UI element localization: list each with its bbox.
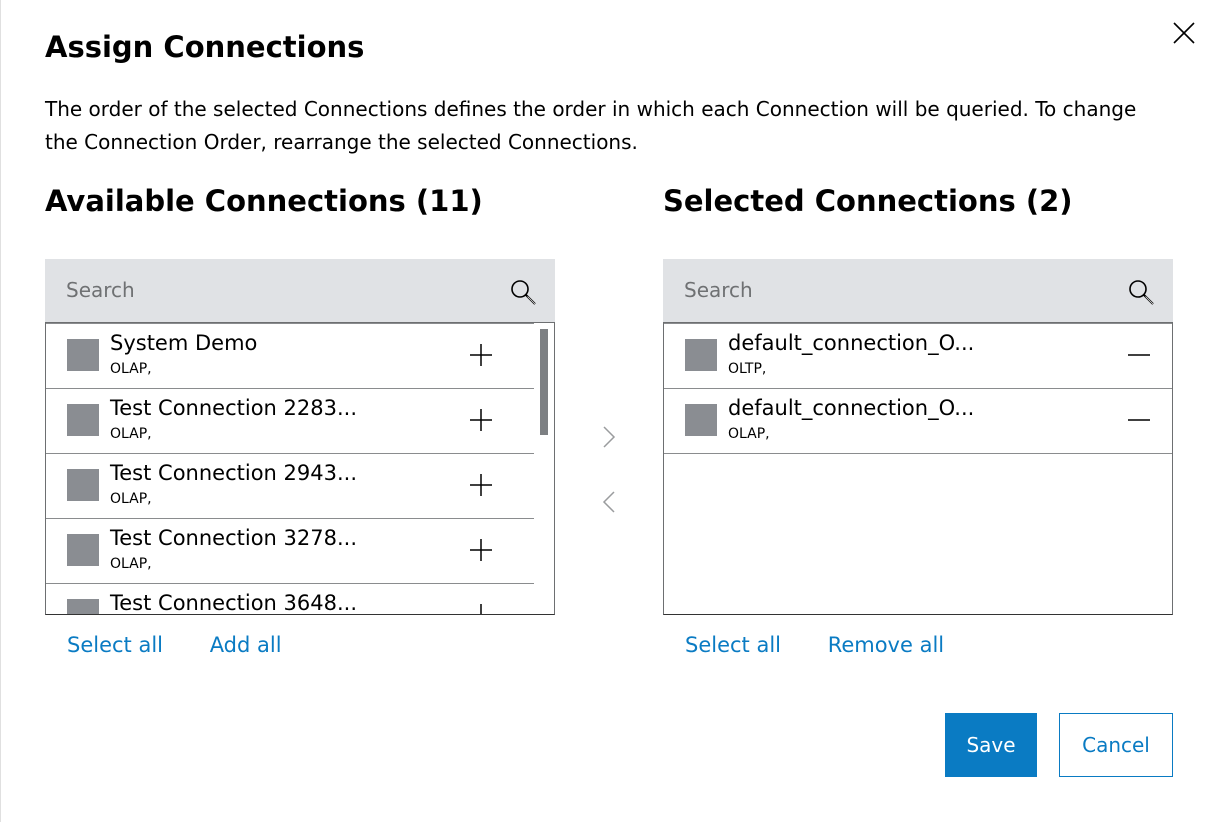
list-divider bbox=[664, 453, 1172, 454]
connection-type: OLAP, bbox=[110, 491, 152, 507]
plus-icon[interactable] bbox=[468, 602, 494, 615]
connection-name: Test Connection 3278... bbox=[110, 526, 357, 550]
connection-icon bbox=[67, 469, 99, 501]
connection-name: default_connection_O... bbox=[728, 396, 975, 420]
connection-icon bbox=[67, 534, 99, 566]
plus-icon[interactable] bbox=[468, 472, 494, 498]
plus-icon[interactable] bbox=[468, 342, 494, 368]
chevron-right-icon[interactable] bbox=[599, 422, 619, 452]
connection-type: OLAP, bbox=[110, 426, 152, 442]
selected-search-bar bbox=[663, 259, 1173, 323]
list-item[interactable]: Test Connection 3648... OLAP, bbox=[46, 583, 534, 615]
remove-all-link[interactable]: Remove all bbox=[828, 633, 944, 657]
list-item[interactable]: Test Connection 3278... OLAP, bbox=[46, 518, 534, 583]
selected-connections-title: Selected Connections (2) bbox=[663, 184, 1073, 218]
connection-name: System Demo bbox=[110, 331, 258, 355]
plus-icon[interactable] bbox=[468, 407, 494, 433]
selected-actions: Select all Remove all bbox=[685, 633, 984, 657]
minus-icon[interactable] bbox=[1126, 407, 1152, 433]
connection-type: OLAP, bbox=[728, 426, 770, 442]
connection-icon bbox=[685, 404, 717, 436]
list-item[interactable]: Test Connection 2943... OLAP, bbox=[46, 453, 534, 518]
connection-icon bbox=[67, 404, 99, 436]
list-item[interactable]: System Demo OLAP, bbox=[46, 323, 534, 388]
chevron-left-icon[interactable] bbox=[599, 487, 619, 517]
plus-icon[interactable] bbox=[468, 537, 494, 563]
available-search-input[interactable] bbox=[45, 259, 506, 321]
search-icon[interactable] bbox=[1127, 278, 1155, 306]
select-all-available-link[interactable]: Select all bbox=[67, 633, 163, 657]
available-connections-title: Available Connections (11) bbox=[45, 184, 483, 218]
available-search-bar bbox=[45, 259, 555, 323]
connection-name: default_connection_O... bbox=[728, 331, 975, 355]
connection-type: OLAP, bbox=[110, 556, 152, 572]
list-scrollbar[interactable] bbox=[540, 329, 548, 435]
connection-icon bbox=[67, 599, 99, 614]
save-button[interactable]: Save bbox=[945, 713, 1037, 777]
available-connections-list: System Demo OLAP, Test Connection 2283..… bbox=[45, 323, 555, 615]
dialog-title: Assign Connections bbox=[45, 30, 365, 64]
connection-name: Test Connection 2283... bbox=[110, 396, 357, 420]
minus-icon[interactable] bbox=[1126, 342, 1152, 368]
select-all-selected-link[interactable]: Select all bbox=[685, 633, 781, 657]
dialog-description: The order of the selected Connections de… bbox=[45, 97, 1137, 154]
search-icon[interactable] bbox=[509, 278, 537, 306]
assign-connections-dialog: Assign Connections The order of the sele… bbox=[0, 0, 1216, 822]
available-actions: Select all Add all bbox=[67, 633, 322, 657]
connection-icon bbox=[67, 339, 99, 371]
list-item[interactable]: default_connection_O... OLTP, bbox=[664, 323, 1172, 388]
add-all-link[interactable]: Add all bbox=[210, 633, 282, 657]
selected-connections-list: default_connection_O... OLTP, default_co… bbox=[663, 323, 1173, 615]
list-item[interactable]: default_connection_O... OLAP, bbox=[664, 388, 1172, 453]
connection-type: OLAP, bbox=[110, 361, 152, 377]
close-icon[interactable] bbox=[1171, 20, 1197, 46]
selected-connections-panel: default_connection_O... OLTP, default_co… bbox=[663, 259, 1173, 615]
available-connections-panel: System Demo OLAP, Test Connection 2283..… bbox=[45, 259, 555, 615]
connection-name: Test Connection 3648... bbox=[110, 591, 357, 615]
cancel-button[interactable]: Cancel bbox=[1059, 713, 1173, 777]
list-item[interactable]: Test Connection 2283... OLAP, bbox=[46, 388, 534, 453]
connection-type: OLTP, bbox=[728, 361, 767, 377]
connection-name: Test Connection 2943... bbox=[110, 461, 357, 485]
selected-search-input[interactable] bbox=[663, 259, 1124, 321]
connection-icon bbox=[685, 339, 717, 371]
